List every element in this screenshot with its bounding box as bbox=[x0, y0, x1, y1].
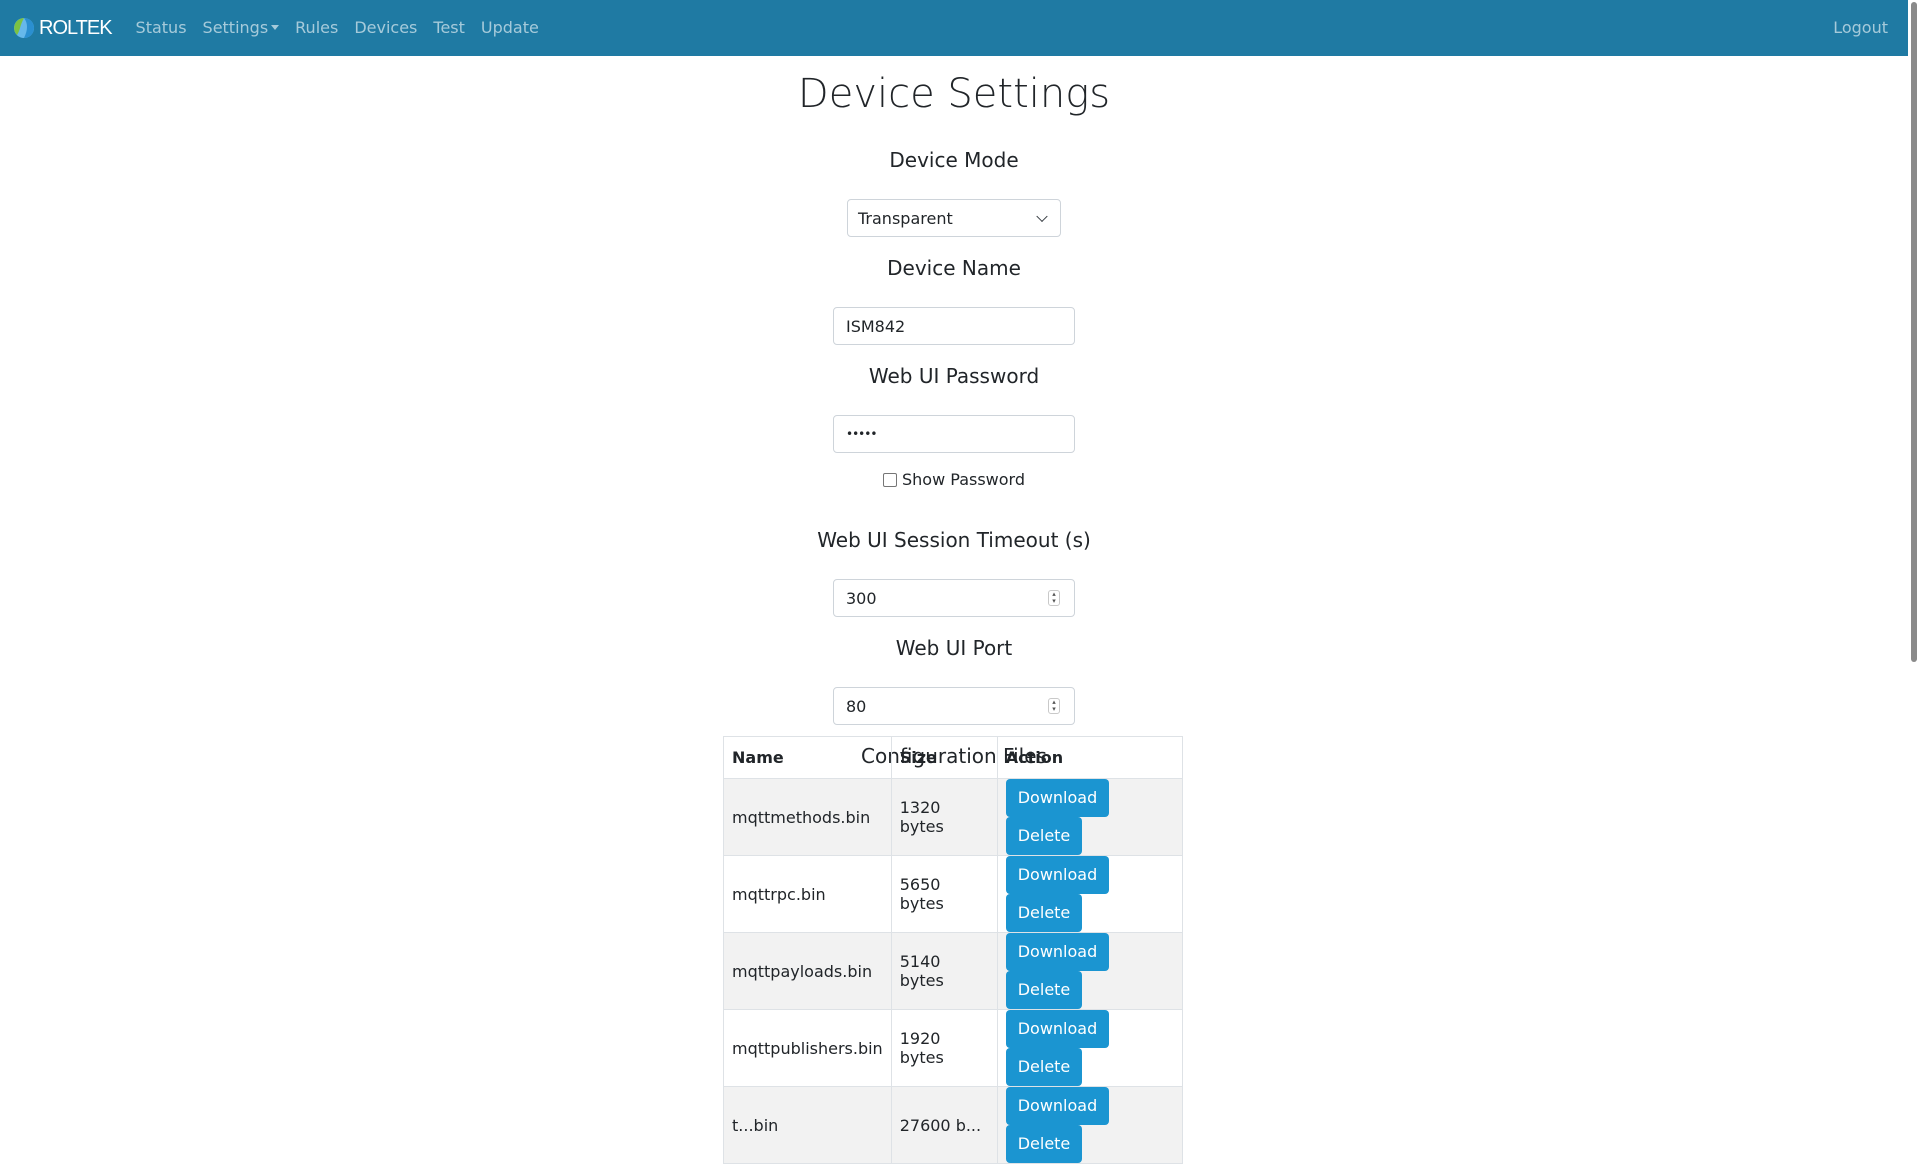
nav-link-settings-label: Settings bbox=[202, 18, 269, 37]
file-name: mqttpayloads.bin bbox=[723, 932, 892, 1010]
file-name: t...bin bbox=[723, 1086, 892, 1164]
chevron-down-icon bbox=[1036, 210, 1048, 223]
nav-link-update[interactable]: Update bbox=[473, 0, 547, 56]
timeout-value: 300 bbox=[846, 588, 877, 608]
file-size: 27600 b... bbox=[890, 1086, 998, 1164]
delete-button[interactable]: Delete bbox=[1005, 1048, 1083, 1086]
table-row: mqttpayloads.bin 5140 bytes DownloadDele… bbox=[723, 932, 1184, 1010]
delete-button[interactable]: Delete bbox=[1005, 817, 1083, 855]
file-actions: DownloadDelete bbox=[996, 1086, 1184, 1164]
config-files-table: Name Size Action mqttmethods.bin 1320 by… bbox=[723, 736, 1184, 1164]
page-title: Device Settings bbox=[797, 71, 1111, 117]
nav-link-rules[interactable]: Rules bbox=[287, 0, 346, 56]
download-button[interactable]: Download bbox=[1005, 1087, 1110, 1125]
file-name: mqttmethods.bin bbox=[723, 778, 892, 856]
column-header-name: Name bbox=[723, 736, 892, 779]
show-password-checkbox[interactable] bbox=[883, 472, 897, 487]
number-spinner-icon[interactable]: ▴ ▾ bbox=[1048, 590, 1060, 606]
timeout-label: Web UI Session Timeout (s) bbox=[817, 528, 1091, 552]
download-button[interactable]: Download bbox=[1005, 779, 1110, 817]
file-size: 5140 bytes bbox=[890, 932, 998, 1010]
table-row: mqttpublishers.bin 1920 bytes DownloadDe… bbox=[723, 1009, 1184, 1087]
file-name: mqttrpc.bin bbox=[723, 855, 892, 933]
brand-text: ROLTEK bbox=[39, 16, 113, 39]
file-size: 1920 bytes bbox=[890, 1009, 998, 1087]
column-header-size: Size bbox=[890, 736, 998, 779]
caret-down-icon bbox=[271, 25, 280, 30]
port-label: Web UI Port bbox=[895, 636, 1013, 660]
table-row: mqttmethods.bin 1320 bytes DownloadDelet… bbox=[723, 778, 1184, 856]
file-name: mqttpublishers.bin bbox=[723, 1009, 892, 1087]
password-input[interactable]: ••••• bbox=[833, 415, 1075, 453]
show-password-row: Show Password bbox=[0, 470, 1908, 489]
brand[interactable]: ROLTEK bbox=[12, 0, 113, 56]
device-mode-value: Transparent bbox=[858, 208, 953, 228]
table-row: mqttrpc.bin 5650 bytes DownloadDelete bbox=[723, 855, 1184, 933]
delete-button[interactable]: Delete bbox=[1005, 971, 1083, 1009]
number-spinner-icon[interactable]: ▴ ▾ bbox=[1048, 698, 1060, 714]
password-value: ••••• bbox=[846, 427, 877, 441]
download-button[interactable]: Download bbox=[1005, 933, 1110, 971]
password-label: Web UI Password bbox=[868, 364, 1040, 388]
file-size: 5650 bytes bbox=[890, 855, 998, 933]
delete-button[interactable]: Delete bbox=[1005, 1125, 1083, 1163]
device-name-value: ISM842 bbox=[846, 316, 906, 336]
nav-link-status[interactable]: Status bbox=[128, 0, 195, 56]
nav-link-settings[interactable]: Settings bbox=[195, 0, 288, 56]
nav-links: Status Settings Rules Devices Test Updat… bbox=[128, 0, 547, 56]
download-button[interactable]: Download bbox=[1005, 856, 1110, 894]
roltek-logo-icon bbox=[14, 18, 34, 38]
device-mode-select[interactable]: Transparent bbox=[847, 199, 1061, 237]
table-row: t...bin 27600 b... DownloadDelete bbox=[723, 1086, 1184, 1164]
file-actions: DownloadDelete bbox=[996, 1009, 1184, 1087]
download-button[interactable]: Download bbox=[1005, 1010, 1110, 1048]
nav-link-devices[interactable]: Devices bbox=[346, 0, 425, 56]
device-mode-label: Device Mode bbox=[889, 148, 1019, 172]
timeout-input[interactable]: 300 ▴ ▾ bbox=[833, 579, 1075, 617]
file-size: 1320 bytes bbox=[890, 778, 998, 856]
column-header-action: Action bbox=[996, 736, 1184, 779]
device-name-input[interactable]: ISM842 bbox=[833, 307, 1075, 345]
file-actions: DownloadDelete bbox=[996, 855, 1184, 933]
device-name-label: Device Name bbox=[887, 256, 1021, 280]
file-actions: DownloadDelete bbox=[996, 932, 1184, 1010]
show-password-label[interactable]: Show Password bbox=[902, 470, 1025, 489]
nav-link-test[interactable]: Test bbox=[425, 0, 473, 56]
delete-button[interactable]: Delete bbox=[1005, 894, 1083, 932]
file-actions: DownloadDelete bbox=[996, 778, 1184, 856]
logout-link[interactable]: Logout bbox=[1833, 0, 1888, 56]
top-navbar: ROLTEK Status Settings Rules Devices Tes… bbox=[0, 0, 1908, 56]
port-input[interactable]: 80 ▴ ▾ bbox=[833, 687, 1075, 725]
port-value: 80 bbox=[846, 696, 867, 716]
scrollbar-thumb[interactable] bbox=[1911, 2, 1917, 662]
table-header-row: Name Size Action bbox=[723, 736, 1184, 779]
